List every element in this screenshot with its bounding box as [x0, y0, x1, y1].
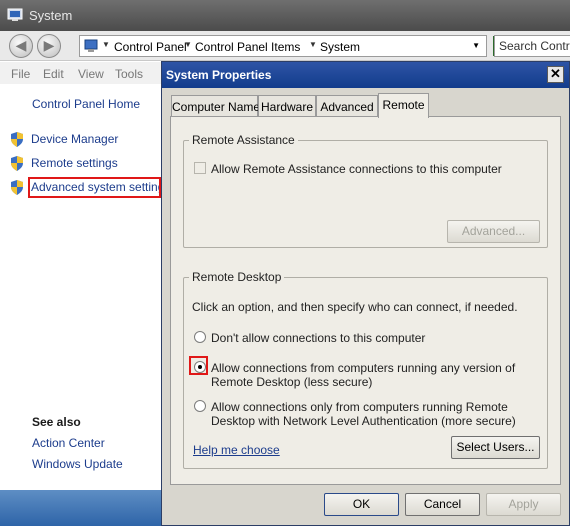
radio-dont-allow-label: Don't allow connections to this computer — [211, 331, 426, 345]
ok-button[interactable]: OK — [324, 493, 399, 516]
breadcrumb-separator-icon[interactable]: ▼ — [184, 40, 192, 49]
cancel-button[interactable]: Cancel — [405, 493, 480, 516]
remote-tab-panel: Remote Assistance Allow Remote Assistanc… — [170, 116, 561, 485]
dialog-title: System Properties — [166, 68, 272, 82]
tab-computer-name[interactable]: Computer Name — [171, 95, 260, 116]
sidebar-device-manager[interactable]: Device Manager — [31, 132, 118, 146]
menu-file[interactable]: File — [11, 67, 30, 81]
address-dropdown-icon[interactable]: ▼ — [472, 41, 480, 50]
breadcrumb-control-panel-items[interactable]: Control Panel Items — [195, 40, 300, 54]
sidebar-remote-settings[interactable]: Remote settings — [31, 156, 118, 170]
breadcrumb-control-panel[interactable]: Control Panel — [114, 40, 187, 54]
remote-assistance-checkbox[interactable] — [194, 162, 206, 174]
address-bar[interactable]: ▼ Control Panel ▼ Control Panel Items ▼ … — [79, 35, 487, 57]
system-properties-dialog: System Properties ✕ Computer Name Hardwa… — [161, 61, 570, 526]
menu-view[interactable]: View — [78, 67, 104, 81]
radio-allow-nla-label-2: Desktop with Network Level Authenticatio… — [211, 414, 516, 428]
shield-icon — [11, 132, 23, 147]
highlight-box — [189, 356, 208, 375]
dialog-titlebar: System Properties ✕ — [162, 62, 569, 88]
back-arrow-icon[interactable]: ◀ — [9, 34, 33, 58]
radio-allow-nla[interactable] — [194, 400, 206, 412]
sidebar: Control Panel Home Device Manager Remote… — [0, 84, 170, 526]
see-also-heading: See also — [32, 415, 81, 429]
sidebar-windows-update[interactable]: Windows Update — [32, 457, 123, 471]
control-panel-icon — [84, 39, 98, 52]
breadcrumb-separator-icon[interactable]: ▼ — [309, 40, 317, 49]
remote-assistance-title: Remote Assistance — [189, 133, 298, 147]
radio-allow-any-label-2: Remote Desktop (less secure) — [211, 375, 373, 389]
tab-advanced[interactable]: Advanced — [316, 95, 378, 116]
remote-assistance-label: Allow Remote Assistance connections to t… — [211, 162, 502, 176]
radio-allow-any-label: Allow connections from computers running… — [211, 361, 516, 375]
breadcrumb-separator-icon[interactable]: ▼ — [102, 40, 110, 49]
help-me-choose-link[interactable]: Help me choose — [193, 443, 280, 457]
sidebar-control-panel-home[interactable]: Control Panel Home — [32, 97, 140, 111]
apply-button[interactable]: Apply — [486, 493, 561, 516]
remote-desktop-title: Remote Desktop — [189, 270, 285, 284]
navigation-bar: ◀ ▶ ▼ Control Panel ▼ Control Panel Item… — [0, 31, 570, 61]
menu-edit[interactable]: Edit — [43, 67, 64, 81]
select-users-button[interactable]: Select Users... — [451, 436, 540, 459]
taskbar-edge — [0, 490, 162, 526]
breadcrumb-system[interactable]: System — [320, 40, 360, 54]
system-icon — [7, 8, 23, 21]
tab-remote[interactable]: Remote — [378, 93, 429, 118]
remote-desktop-instruction: Click an option, and then specify who ca… — [192, 300, 518, 314]
radio-allow-nla-label: Allow connections only from computers ru… — [211, 400, 508, 414]
window-titlebar: System — [0, 0, 570, 31]
menu-tools[interactable]: Tools — [115, 67, 143, 81]
highlight-box — [28, 177, 161, 198]
sidebar-action-center[interactable]: Action Center — [32, 436, 105, 450]
advanced-button[interactable]: Advanced... — [447, 220, 540, 243]
shield-icon — [11, 156, 23, 171]
radio-dont-allow[interactable] — [194, 331, 206, 343]
forward-arrow-icon[interactable]: ▶ — [37, 34, 61, 58]
window-title: System — [29, 8, 73, 23]
search-input[interactable]: Search Control — [494, 35, 570, 57]
tab-hardware[interactable]: Hardware — [258, 95, 316, 116]
shield-icon — [11, 180, 23, 195]
close-button[interactable]: ✕ — [547, 66, 564, 83]
